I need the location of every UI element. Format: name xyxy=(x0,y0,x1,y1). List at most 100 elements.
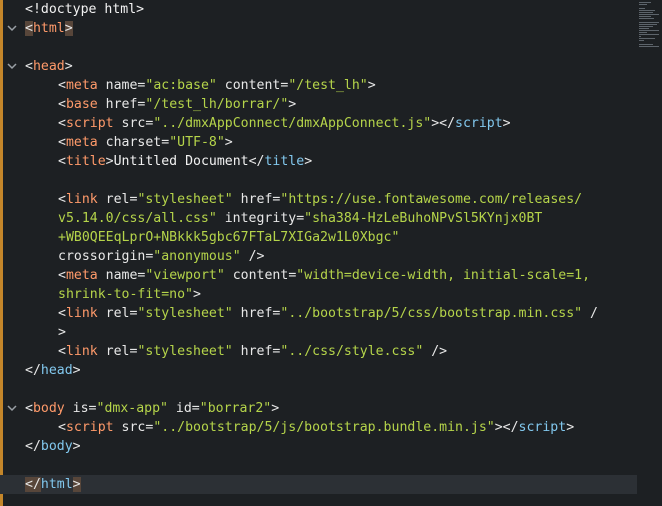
code-line[interactable]: <html> xyxy=(0,19,640,38)
fold-chevron-icon[interactable] xyxy=(6,57,20,76)
code-line[interactable]: <script src="../bootstrap/5/js/bootstrap… xyxy=(0,418,640,437)
token: <!doctype html> xyxy=(25,2,145,17)
code-line[interactable]: </head> xyxy=(0,361,640,380)
code-line[interactable]: <script src="../dmxAppConnect/dmxAppConn… xyxy=(0,114,640,133)
token: </ xyxy=(25,439,41,454)
token: > xyxy=(72,363,81,378)
code-text: <meta charset="UTF-8"> xyxy=(58,133,233,152)
code-text: shrink-to-fit=no"> xyxy=(58,285,201,304)
code-line[interactable]: crossorigin="anonymous" /> xyxy=(0,247,640,266)
code-line[interactable]: > xyxy=(0,323,640,342)
token: > xyxy=(72,477,81,492)
code-line[interactable]: <title>Untitled Document</title> xyxy=(0,152,640,171)
minimap-line xyxy=(639,18,654,19)
token: name xyxy=(97,268,138,283)
code-line[interactable] xyxy=(0,380,640,399)
minimap-line xyxy=(639,38,655,39)
token: "/test_lh" xyxy=(288,78,368,93)
token: /> xyxy=(423,344,448,359)
code-text: <body is="dmx-app" id="borrar2"> xyxy=(25,399,279,418)
token: > xyxy=(304,154,313,169)
code-lines[interactable]: <!doctype html> <html> <head> <meta name="a… xyxy=(0,0,640,494)
code-line[interactable]: </html> xyxy=(0,475,637,494)
code-line[interactable]: v5.14.0/css/all.css" integrity="sha384-H… xyxy=(0,209,640,228)
token: rel xyxy=(97,344,130,359)
token: < xyxy=(25,401,33,416)
token: src xyxy=(113,116,146,131)
token: "anonymous" xyxy=(153,249,241,264)
token: < xyxy=(58,97,66,112)
token: = xyxy=(88,401,97,416)
code-line[interactable]: shrink-to-fit=no"> xyxy=(0,285,640,304)
token: < xyxy=(58,78,66,93)
code-line[interactable] xyxy=(0,38,640,57)
token: > xyxy=(58,325,66,340)
code-text: <meta name="ac:base" content="/test_lh"> xyxy=(58,76,376,95)
token: ></ xyxy=(431,116,456,131)
code-text: crossorigin="anonymous" /> xyxy=(58,247,264,266)
code-text: </html> xyxy=(25,475,81,494)
token: > xyxy=(64,21,73,36)
code-line[interactable]: <link rel="stylesheet" href="../bootstra… xyxy=(0,304,640,323)
token: head xyxy=(40,363,73,378)
token: < xyxy=(58,154,66,169)
token: title xyxy=(264,154,305,169)
token: meta xyxy=(65,268,98,283)
token: href xyxy=(232,192,273,207)
token: "../bootstrap/5/css/bootstrap.min.css" xyxy=(280,306,583,321)
code-line[interactable] xyxy=(0,456,640,475)
token: < xyxy=(58,192,66,207)
token: = xyxy=(161,135,170,150)
token: "stylesheet" xyxy=(137,344,233,359)
token: < xyxy=(58,268,66,283)
token: > xyxy=(105,154,114,169)
token: "UTF-8" xyxy=(169,135,225,150)
scroll-strip[interactable] xyxy=(639,0,662,506)
token: script xyxy=(65,116,114,131)
token: > xyxy=(224,135,233,150)
code-line[interactable]: <meta charset="UTF-8"> xyxy=(0,133,640,152)
code-text: <html> xyxy=(25,19,73,38)
code-line[interactable]: <base href="/test_lh/borrar/"> xyxy=(0,95,640,114)
code-line[interactable]: <!doctype html> xyxy=(0,0,640,19)
token: "../dmxAppConnect/dmxAppConnect.js" xyxy=(153,116,432,131)
token: head xyxy=(32,59,65,74)
token: rel xyxy=(97,192,130,207)
code-line[interactable]: <link rel="stylesheet" href="https://use… xyxy=(0,190,640,209)
token: < xyxy=(58,116,66,131)
fold-chevron-icon[interactable] xyxy=(6,399,20,418)
token: content xyxy=(216,78,281,93)
token: href xyxy=(232,306,273,321)
code-line[interactable]: <link rel="stylesheet" href="../css/styl… xyxy=(0,342,640,361)
code-line[interactable] xyxy=(0,171,640,190)
fold-chevron-icon[interactable] xyxy=(6,19,20,38)
minimap-line xyxy=(639,40,644,41)
token: > xyxy=(72,439,81,454)
token: name xyxy=(97,78,138,93)
token: body xyxy=(32,401,65,416)
minimap-line xyxy=(639,8,645,9)
token: content xyxy=(224,268,289,283)
code-line[interactable]: <meta name="ac:base" content="/test_lh"> xyxy=(0,76,640,95)
minimap[interactable] xyxy=(639,2,659,47)
code-line[interactable]: </body> xyxy=(0,437,640,456)
minimap-line xyxy=(639,16,651,17)
minimap-line xyxy=(639,2,651,3)
token: href xyxy=(97,97,138,112)
code-text: <!doctype html> xyxy=(25,0,144,19)
token: </ xyxy=(25,477,41,492)
code-line[interactable]: +WB0QEEqLprO+NBkkk5gbc67FTaL7XIGa2w1L0Xb… xyxy=(0,228,640,247)
token: "https://use.fontawesome.com/releases/ xyxy=(280,192,583,207)
code-editor[interactable]: <!doctype html> <html> <head> <meta name="a… xyxy=(0,0,662,506)
token: ></ xyxy=(494,420,519,435)
code-line[interactable]: <head> xyxy=(0,57,640,76)
minimap-line xyxy=(639,28,649,29)
token: = xyxy=(191,401,200,416)
token: = xyxy=(296,211,305,226)
token: < xyxy=(58,420,66,435)
code-line[interactable]: <meta name="viewport" content="width=dev… xyxy=(0,266,640,285)
token: "../bootstrap/5/js/bootstrap.bundle.min.… xyxy=(153,420,495,435)
code-line[interactable]: <body is="dmx-app" id="borrar2"> xyxy=(0,399,640,418)
token: </ xyxy=(25,363,41,378)
minimap-line xyxy=(639,30,659,31)
